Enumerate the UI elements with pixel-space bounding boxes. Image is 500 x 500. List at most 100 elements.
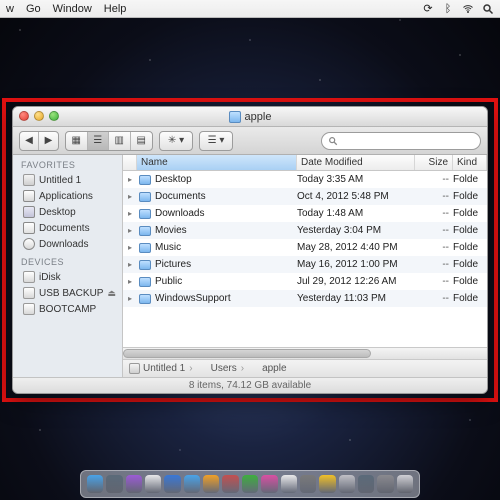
file-kind: Folde <box>453 191 487 202</box>
sidebar-item-desktop[interactable]: Desktop <box>13 204 122 220</box>
dock-app[interactable] <box>87 475 103 493</box>
path-label: Users <box>211 363 237 374</box>
view-column-button[interactable]: ▥ <box>109 132 131 150</box>
disk-icon <box>23 303 35 315</box>
disclosure-triangle-icon[interactable]: ▸ <box>123 260 137 269</box>
downloads-icon <box>23 238 35 250</box>
dock-app[interactable] <box>300 475 316 493</box>
spotlight-icon[interactable] <box>482 3 494 15</box>
file-row[interactable]: ▸DocumentsOct 4, 2012 5:48 PM--Folde <box>123 188 487 205</box>
dock-app[interactable] <box>281 475 297 493</box>
sidebar-item-label: Desktop <box>39 207 76 218</box>
view-coverflow-button[interactable]: ▤ <box>131 132 152 150</box>
disclosure-triangle-icon[interactable]: ▸ <box>123 294 137 303</box>
path-segment[interactable]: apple <box>248 363 286 374</box>
dock-app[interactable] <box>145 475 161 493</box>
arrange-menu-button[interactable]: ☰ ▾ <box>199 131 233 151</box>
sync-icon[interactable]: ⟳ <box>422 3 434 15</box>
window-titlebar[interactable]: apple <box>13 107 487 127</box>
zoom-button[interactable] <box>49 111 59 121</box>
dock-app[interactable] <box>184 475 200 493</box>
disclosure-triangle-icon[interactable]: ▸ <box>123 209 137 218</box>
file-rows: ▸DesktopToday 3:35 AM--Folde▸DocumentsOc… <box>123 171 487 347</box>
sidebar-item-untitled1[interactable]: Untitled 1 <box>13 172 122 188</box>
dock-app[interactable] <box>164 475 180 493</box>
disclosure-triangle-icon[interactable]: ▸ <box>123 277 137 286</box>
wifi-icon[interactable] <box>462 3 474 15</box>
forward-button[interactable]: ▶ <box>39 132 58 150</box>
nav-buttons: ◀ ▶ <box>19 131 59 151</box>
dock-app[interactable] <box>106 475 122 493</box>
view-list-button[interactable]: ☰ <box>88 132 110 150</box>
sidebar-item-bootcamp[interactable]: BOOTCAMP <box>13 301 122 317</box>
path-segment[interactable]: Untitled 1 <box>129 363 185 374</box>
search-input[interactable] <box>341 135 474 146</box>
file-row[interactable]: ▸DownloadsToday 1:48 AM--Folde <box>123 205 487 222</box>
scrollbar-thumb[interactable] <box>123 349 371 358</box>
file-kind: Folde <box>453 225 487 236</box>
file-date: Yesterday 3:04 PM <box>297 225 415 236</box>
sidebar-item-applications[interactable]: Applications <box>13 188 122 204</box>
file-row[interactable]: ▸MusicMay 28, 2012 4:40 PM--Folde <box>123 239 487 256</box>
file-name: Public <box>155 276 182 287</box>
back-button[interactable]: ◀ <box>20 132 39 150</box>
hd-icon <box>129 363 140 374</box>
dock-app[interactable] <box>203 475 219 493</box>
sidebar-item-label: Untitled 1 <box>39 175 81 186</box>
dock-app[interactable] <box>319 475 335 493</box>
dock-app[interactable] <box>358 475 374 493</box>
bluetooth-icon[interactable]: ᛒ <box>442 3 454 15</box>
hd-icon <box>23 174 35 186</box>
path-label: Untitled 1 <box>143 363 185 374</box>
disclosure-triangle-icon[interactable]: ▸ <box>123 226 137 235</box>
folder-icon <box>139 294 151 304</box>
disclosure-triangle-icon[interactable]: ▸ <box>123 243 137 252</box>
traffic-lights <box>19 111 59 121</box>
minimize-button[interactable] <box>34 111 44 121</box>
dock-app[interactable] <box>126 475 142 493</box>
horizontal-scrollbar[interactable] <box>123 347 487 359</box>
action-menu-button[interactable]: ✳ ▾ <box>159 131 193 151</box>
sidebar-item-downloads[interactable]: Downloads <box>13 236 122 252</box>
menu-item[interactable]: Window <box>53 3 92 15</box>
sidebar-item-usbbackup[interactable]: USB BACKUP⏏ <box>13 285 122 301</box>
finder-window: apple ◀ ▶ ▦ ☰ ▥ ▤ ✳ ▾ ☰ ▾ FAVORITES Unti… <box>12 106 488 394</box>
dock-app[interactable] <box>261 475 277 493</box>
dock-app[interactable] <box>339 475 355 493</box>
search-field[interactable] <box>321 132 481 150</box>
column-size[interactable]: Size <box>415 155 453 170</box>
file-row[interactable]: ▸PicturesMay 16, 2012 1:00 PM--Folde <box>123 256 487 273</box>
dock-app[interactable] <box>377 475 393 493</box>
column-kind[interactable]: Kind <box>453 155 487 170</box>
dock-app[interactable] <box>222 475 238 493</box>
dock-app[interactable] <box>397 475 413 493</box>
file-row[interactable]: ▸WindowsSupportYesterday 11:03 PM--Folde <box>123 290 487 307</box>
dock-app[interactable] <box>242 475 258 493</box>
desktop-icon <box>23 206 35 218</box>
file-row[interactable]: ▸PublicJul 29, 2012 12:26 AM--Folde <box>123 273 487 290</box>
file-row[interactable]: ▸MoviesYesterday 3:04 PM--Folde <box>123 222 487 239</box>
sidebar-item-documents[interactable]: Documents <box>13 220 122 236</box>
menu-item[interactable]: w <box>6 3 14 15</box>
file-date: Jul 29, 2012 12:26 AM <box>297 276 415 287</box>
chevron-right-icon: › <box>241 363 244 374</box>
file-name: Desktop <box>155 174 192 185</box>
view-icon-button[interactable]: ▦ <box>66 132 88 150</box>
file-date: Today 3:35 AM <box>297 174 415 185</box>
path-segment[interactable]: Users <box>197 363 237 374</box>
disclosure-triangle-icon[interactable]: ▸ <box>123 175 137 184</box>
eject-icon[interactable]: ⏏ <box>107 288 116 299</box>
folder-icon <box>139 192 151 202</box>
disclosure-triangle-icon[interactable]: ▸ <box>123 192 137 201</box>
menu-item[interactable]: Go <box>26 3 41 15</box>
file-size: -- <box>415 174 453 185</box>
sidebar-item-label: Applications <box>39 191 93 202</box>
folder-icon <box>229 111 241 123</box>
file-row[interactable]: ▸DesktopToday 3:35 AM--Folde <box>123 171 487 188</box>
menu-item[interactable]: Help <box>104 3 127 15</box>
sidebar-item-idisk[interactable]: iDisk <box>13 269 122 285</box>
close-button[interactable] <box>19 111 29 121</box>
column-name[interactable]: Name <box>137 155 297 170</box>
column-date[interactable]: Date Modified <box>297 155 415 170</box>
column-headers: Name Date Modified Size Kind <box>123 155 487 171</box>
